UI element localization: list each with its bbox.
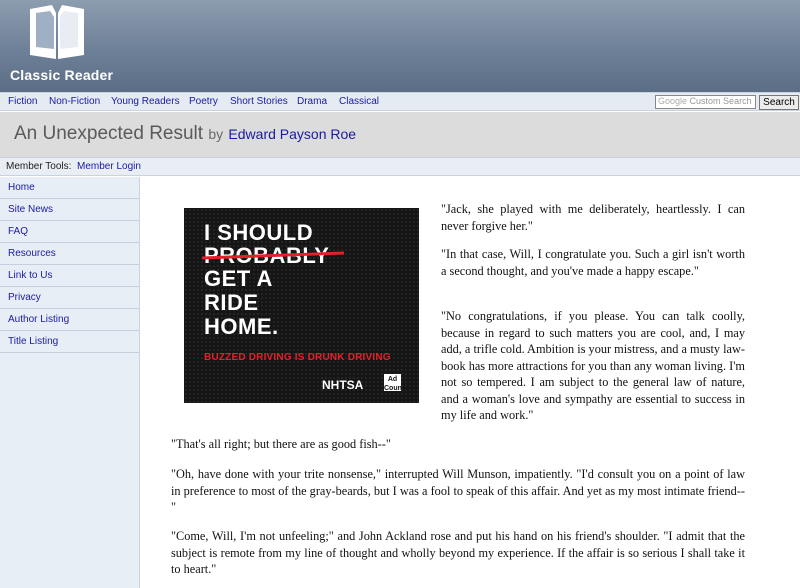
sidebar-item-resources[interactable]: Resources <box>0 243 139 265</box>
sidebar-item-home[interactable]: Home <box>0 177 139 199</box>
sidebar-item-label[interactable]: Site News <box>8 204 53 215</box>
ad-headline: HOME. <box>204 314 279 339</box>
ad-council-logo: Ad Council <box>384 374 410 392</box>
category-nav: Fiction Non-Fiction Young Readers Poetry… <box>0 92 800 111</box>
page-title: An Unexpected Result <box>14 123 204 144</box>
site-name[interactable]: Classic Reader <box>10 67 113 83</box>
story-paragraph: "Come, Will, I'm not unfeeling;" and Joh… <box>171 529 745 576</box>
nav-classical[interactable]: Classical <box>339 96 379 107</box>
sidebar-item-site-news[interactable]: Site News <box>0 199 139 221</box>
ad-headline: RIDE <box>204 290 259 315</box>
google-label: Google <box>658 96 688 106</box>
sidebar-item-title-listing[interactable]: Title Listing <box>0 331 139 353</box>
sidebar-item-label[interactable]: Home <box>8 182 35 193</box>
nav-non-fiction[interactable]: Non-Fiction <box>49 96 100 107</box>
ad-headline: I SHOULD <box>204 220 314 245</box>
search-input[interactable]: Google Custom Search <box>655 95 756 109</box>
nav-short-stories[interactable]: Short Stories <box>230 96 288 107</box>
ad-tagline: BUZZED DRIVING IS DRUNK DRIVING <box>204 352 391 363</box>
page-title-row: An Unexpected Result by Edward Payson Ro… <box>14 123 356 145</box>
main-content: I SHOULD PROBABLY GET A RIDE HOME. BUZZE… <box>140 177 800 588</box>
story-paragraph: "Jack, she played with me deliberately, … <box>441 202 745 233</box>
sidebar-item-label[interactable]: Author Listing <box>8 314 69 325</box>
nav-drama[interactable]: Drama <box>297 96 327 107</box>
open-book-icon[interactable] <box>26 3 88 63</box>
sidebar-item-faq[interactable]: FAQ <box>0 221 139 243</box>
sidebar-item-label[interactable]: Title Listing <box>8 336 58 347</box>
title-bar: An Unexpected Result by Edward Payson Ro… <box>0 112 800 157</box>
member-tools-label: Member Tools: <box>6 161 72 172</box>
member-login-link[interactable]: Member Login <box>77 161 141 172</box>
sidebar: Home Site News FAQ Resources Link to Us … <box>0 177 140 588</box>
by-label: by <box>208 126 224 142</box>
story-paragraph: "Oh, have done with your trite nonsense,… <box>171 467 745 514</box>
sidebar-item-link-to-us[interactable]: Link to Us <box>0 265 139 287</box>
site-header: Classic Reader <box>0 0 800 92</box>
story-paragraph: "In that case, Will, I congratulate you.… <box>441 247 745 278</box>
member-tools-bar: Member Tools: Member Login <box>0 157 800 176</box>
nav-poetry[interactable]: Poetry <box>189 96 218 107</box>
search-placeholder: Custom Search <box>689 96 752 106</box>
sidebar-item-label[interactable]: Privacy <box>8 292 41 303</box>
sidebar-item-privacy[interactable]: Privacy <box>0 287 139 309</box>
story-paragraph: "That's all right; but there are as good… <box>171 437 391 451</box>
nav-young-readers[interactable]: Young Readers <box>111 96 180 107</box>
story-paragraph: "No congratulations, if you please. You … <box>441 309 745 422</box>
advertisement[interactable]: I SHOULD PROBABLY GET A RIDE HOME. BUZZE… <box>184 208 419 403</box>
sidebar-item-label[interactable]: FAQ <box>8 226 28 237</box>
nav-fiction[interactable]: Fiction <box>8 96 37 107</box>
sidebar-item-label[interactable]: Link to Us <box>8 270 52 281</box>
author-link[interactable]: Edward Payson Roe <box>228 126 356 142</box>
sidebar-item-label[interactable]: Resources <box>8 248 56 259</box>
search-button[interactable]: Search <box>759 95 799 110</box>
sidebar-item-author-listing[interactable]: Author Listing <box>0 309 139 331</box>
nhtsa-logo: NHTSA <box>322 378 364 392</box>
ad-headline: GET A <box>204 266 273 291</box>
